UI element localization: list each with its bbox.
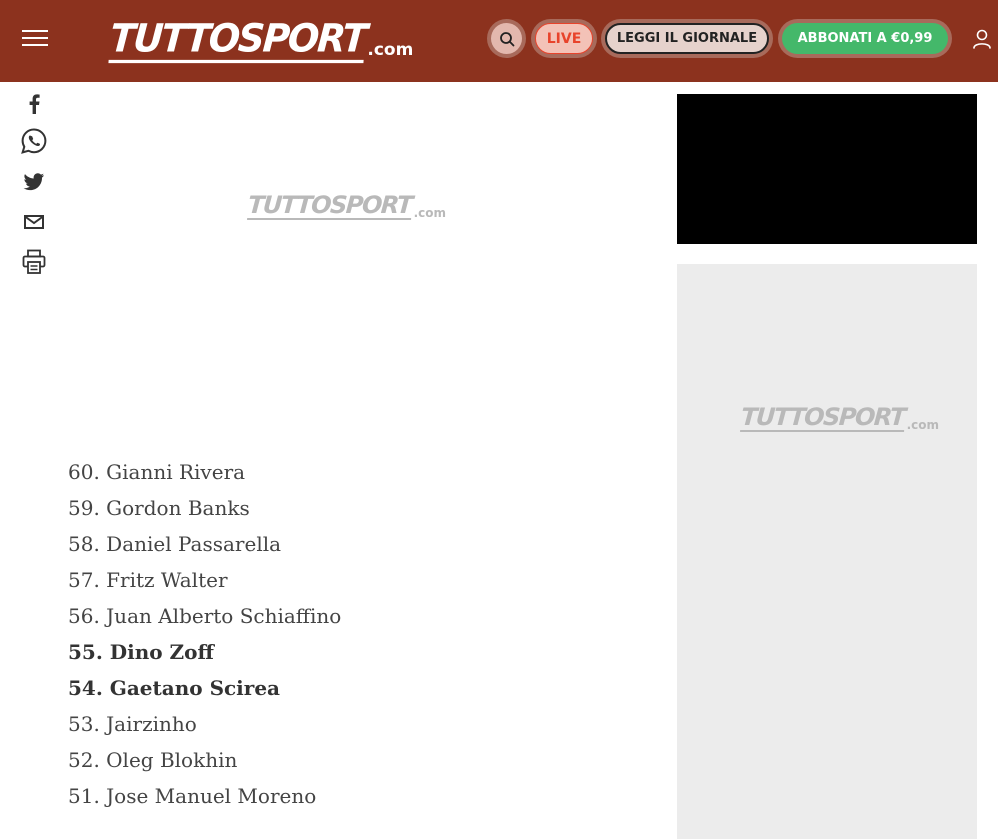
user-account-button[interactable] — [971, 28, 993, 50]
ranking-item: 55. Dino Zoff — [68, 640, 214, 664]
ad-placeholder-logo-main: TUTTOSPORT — [740, 403, 906, 432]
print-icon — [22, 249, 46, 274]
advertisement-box: TUTTOSPORT .com — [677, 264, 977, 839]
ad-placeholder-logo-suffix: .com — [906, 418, 940, 432]
ranking-item: 53. Jairzinho — [68, 712, 197, 736]
ranking-item: 60. Gianni Rivera — [68, 460, 246, 484]
article-image-placeholder: TUTTOSPORT .com — [68, 82, 598, 442]
share-print-button[interactable] — [18, 248, 50, 276]
share-facebook-button[interactable] — [18, 90, 50, 118]
players-ranking-list: 60. Gianni Rivera 59. Gordon Banks 58. Dan… — [68, 455, 588, 815]
ranking-item: 59. Gordon Banks — [68, 496, 250, 520]
share-email-button[interactable] — [18, 208, 50, 236]
image-placeholder-logo-main: TUTTOSPORT — [247, 191, 413, 220]
logo-suffix-text: .com — [367, 40, 414, 60]
user-icon — [973, 29, 991, 49]
menu-icon[interactable] — [22, 29, 48, 47]
email-icon — [24, 215, 44, 229]
ranking-item: 51. Jose Manuel Moreno — [68, 784, 317, 808]
site-header: TUTTOSPORT .com LIVE LEGGI IL GIORNALE A… — [0, 0, 998, 82]
video-player[interactable] — [677, 94, 977, 244]
image-placeholder-logo-suffix: .com — [413, 206, 447, 220]
search-icon — [499, 31, 514, 46]
ranking-item: 52. Oleg Blokhin — [68, 748, 238, 772]
ranking-item: 56. Juan Alberto Schiaffino — [68, 604, 342, 628]
ranking-item: 57. Fritz Walter — [68, 568, 228, 592]
read-newspaper-label: LEGGI IL GIORNALE — [605, 23, 769, 54]
subscribe-button[interactable]: ABBONATI A €0,99 — [778, 19, 952, 58]
site-logo[interactable]: TUTTOSPORT .com — [108, 16, 414, 64]
share-twitter-button[interactable] — [18, 168, 50, 196]
share-whatsapp-button[interactable] — [18, 127, 50, 155]
subscribe-label: ABBONATI A €0,99 — [782, 23, 948, 54]
read-newspaper-button[interactable]: LEGGI IL GIORNALE — [601, 19, 773, 58]
twitter-icon — [23, 173, 44, 191]
ranking-item: 58. Daniel Passarella — [68, 532, 282, 556]
whatsapp-icon — [21, 128, 47, 154]
facebook-icon — [29, 94, 40, 114]
ad-placeholder-logo: TUTTOSPORT .com — [740, 403, 940, 432]
live-label: LIVE — [535, 23, 593, 54]
logo-main-text: TUTTOSPORT — [108, 16, 367, 64]
live-button[interactable]: LIVE — [531, 19, 597, 58]
ranking-item: 54. Gaetano Scirea — [68, 676, 281, 700]
image-placeholder-logo: TUTTOSPORT .com — [247, 191, 447, 220]
search-button[interactable] — [487, 19, 526, 58]
